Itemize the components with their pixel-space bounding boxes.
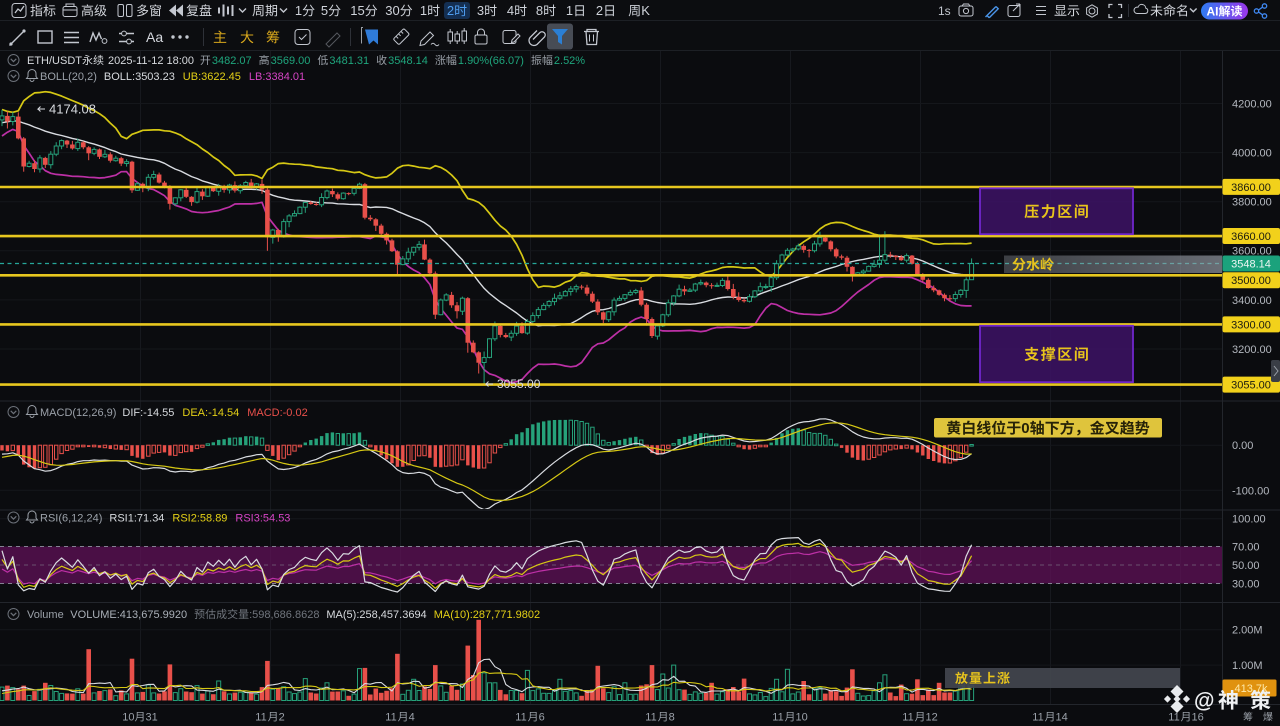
- svg-text:-100.00: -100.00: [1232, 485, 1269, 497]
- svg-text:3660.00: 3660.00: [1231, 231, 1271, 243]
- svg-text:3800.00: 3800.00: [1232, 197, 1272, 209]
- svg-text:UB:3622.45: UB:3622.45: [183, 71, 241, 83]
- svg-text:RSI2:58.89: RSI2:58.89: [172, 512, 227, 524]
- svg-text:4174.08: 4174.08: [49, 102, 96, 117]
- svg-text:11: 11: [772, 711, 783, 723]
- svg-text:15: 15: [350, 3, 364, 18]
- svg-text:MA(10):287,771.9802: MA(10):287,771.9802: [434, 609, 540, 621]
- svg-text:2: 2: [447, 3, 454, 18]
- svg-text:RSI(6,12,24): RSI(6,12,24): [40, 512, 102, 524]
- svg-text:10: 10: [122, 711, 134, 723]
- svg-text:3482.07: 3482.07: [212, 55, 252, 67]
- svg-text:11: 11: [385, 711, 396, 723]
- svg-text:@: @: [1194, 690, 1214, 713]
- svg-text:BOLL:3503.23: BOLL:3503.23: [104, 71, 175, 83]
- svg-text:RSI3:54.53: RSI3:54.53: [235, 512, 290, 524]
- svg-text:0.00: 0.00: [1232, 440, 1253, 452]
- svg-text:4000.00: 4000.00: [1232, 148, 1272, 160]
- svg-text:12: 12: [926, 711, 938, 723]
- svg-text:1s: 1s: [938, 4, 951, 18]
- svg-text:RSI1:71.34: RSI1:71.34: [109, 512, 164, 524]
- svg-text:30: 30: [385, 3, 399, 18]
- svg-text:2.00M: 2.00M: [1232, 625, 1263, 637]
- svg-text:31: 31: [146, 711, 158, 723]
- svg-text:MA(5):258,457.3694: MA(5):258,457.3694: [326, 609, 426, 621]
- svg-text:ETH/USDT: ETH/USDT: [27, 55, 82, 67]
- svg-text:11: 11: [515, 711, 526, 723]
- svg-text:BOLL(20,2): BOLL(20,2): [40, 71, 97, 83]
- svg-text:1.90%(66.07): 1.90%(66.07): [458, 55, 524, 67]
- svg-text:3548.14: 3548.14: [388, 55, 428, 67]
- svg-text:3481.31: 3481.31: [329, 55, 369, 67]
- svg-text:0: 0: [1021, 420, 1029, 437]
- svg-text:DIF:-14.55: DIF:-14.55: [122, 407, 174, 419]
- svg-text:6: 6: [539, 711, 545, 723]
- svg-text:AI: AI: [1207, 4, 1219, 18]
- svg-text:11: 11: [645, 711, 656, 723]
- svg-text:3400.00: 3400.00: [1232, 295, 1272, 307]
- svg-text:11: 11: [1032, 711, 1043, 723]
- svg-text:Aa: Aa: [146, 29, 163, 45]
- svg-text:4: 4: [507, 3, 514, 18]
- svg-text:MACD:-0.02: MACD:-0.02: [247, 407, 308, 419]
- svg-text:2025-11-12 18:00: 2025-11-12 18:00: [108, 55, 194, 67]
- svg-text:4200.00: 4200.00: [1232, 98, 1272, 110]
- svg-text:3569.00: 3569.00: [271, 55, 311, 67]
- svg-text:70.00: 70.00: [1232, 541, 1260, 553]
- svg-text:LB:3384.01: LB:3384.01: [249, 71, 305, 83]
- svg-text:50.00: 50.00: [1232, 560, 1260, 572]
- svg-text:3: 3: [477, 3, 484, 18]
- svg-text:8: 8: [536, 3, 543, 18]
- svg-text:MACD(12,26,9): MACD(12,26,9): [40, 407, 116, 419]
- svg-text:5: 5: [321, 3, 328, 18]
- svg-text:DEA:-14.54: DEA:-14.54: [182, 407, 239, 419]
- svg-text:14: 14: [1056, 711, 1068, 723]
- svg-text:3500.00: 3500.00: [1231, 275, 1271, 287]
- svg-text:Volume: Volume: [27, 609, 64, 621]
- svg-text:11: 11: [902, 711, 913, 723]
- svg-text:VOLUME:413,675.9920: VOLUME:413,675.9920: [70, 609, 187, 621]
- svg-text:4: 4: [409, 711, 415, 723]
- svg-text:1: 1: [420, 3, 427, 18]
- svg-text:1: 1: [295, 3, 302, 18]
- svg-text:11: 11: [255, 711, 266, 723]
- svg-text:11: 11: [1168, 711, 1179, 723]
- svg-text:3300.00: 3300.00: [1231, 319, 1271, 331]
- svg-text:8: 8: [669, 711, 675, 723]
- svg-text:2: 2: [279, 711, 285, 723]
- svg-text:10: 10: [796, 711, 808, 723]
- svg-text:3860.00: 3860.00: [1231, 182, 1271, 194]
- svg-text:1: 1: [566, 3, 573, 18]
- svg-text:3548.14: 3548.14: [1231, 258, 1271, 270]
- svg-text:2: 2: [596, 3, 603, 18]
- svg-text:K: K: [641, 3, 650, 18]
- svg-text:30.00: 30.00: [1232, 578, 1260, 590]
- svg-text:16: 16: [1192, 711, 1204, 723]
- svg-text:1.00M: 1.00M: [1232, 660, 1263, 672]
- svg-text:3200.00: 3200.00: [1232, 344, 1272, 356]
- svg-text:100.00: 100.00: [1232, 514, 1266, 526]
- svg-text:2.52%: 2.52%: [554, 55, 585, 67]
- svg-text::598,686.8628: :598,686.8628: [249, 609, 319, 621]
- svg-text:3055.00: 3055.00: [497, 377, 541, 391]
- svg-text:3055.00: 3055.00: [1231, 380, 1271, 392]
